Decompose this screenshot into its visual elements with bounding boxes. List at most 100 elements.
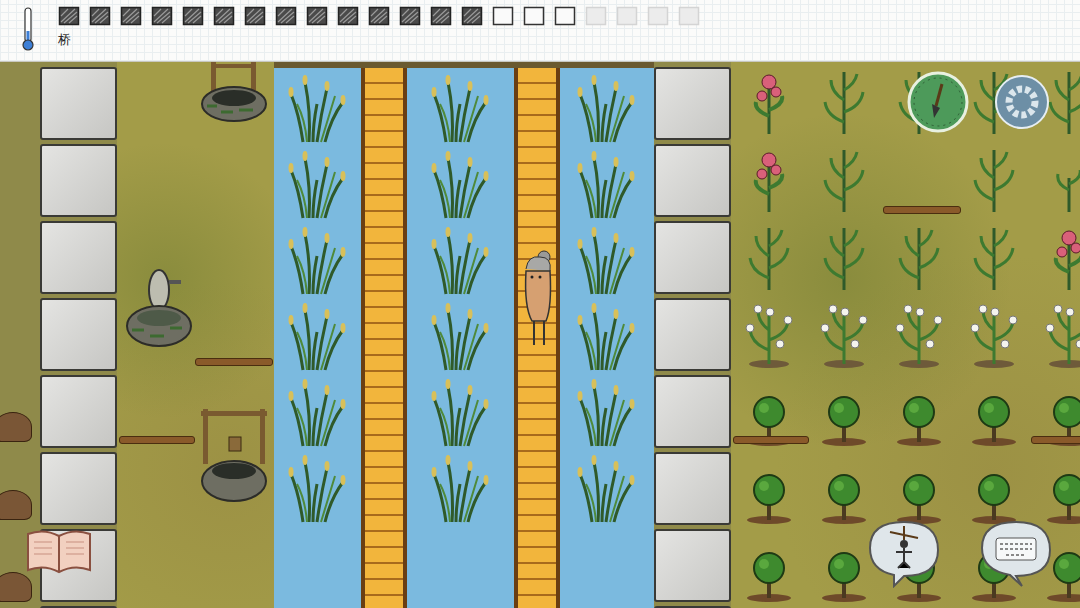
bush-icon[interactable] [894, 456, 944, 526]
field-cell[interactable] [731, 62, 806, 140]
log[interactable] [195, 358, 273, 366]
rose-plant-icon[interactable] [744, 144, 794, 214]
reed-icon[interactable] [283, 150, 353, 220]
food-pip-icon [461, 6, 483, 26]
reed-icon[interactable] [426, 226, 496, 296]
log[interactable] [119, 436, 195, 444]
reed-icon[interactable] [426, 454, 496, 524]
corn-plant-icon[interactable] [969, 222, 1019, 292]
bush-icon[interactable] [894, 378, 944, 448]
bush-icon[interactable] [969, 456, 1019, 526]
well-icon[interactable] [199, 407, 269, 502]
food-pip-icon [275, 6, 297, 26]
dirt-mound[interactable] [0, 572, 32, 602]
reed-icon[interactable] [426, 150, 496, 220]
field-cell[interactable] [731, 218, 806, 296]
corn-plant-icon[interactable] [819, 222, 869, 292]
dig-tool-button[interactable] [906, 70, 970, 134]
field-cell[interactable] [731, 530, 806, 608]
food-pip-icon [616, 6, 638, 26]
stone-tile [654, 529, 731, 602]
sprout-icon[interactable] [1044, 144, 1080, 214]
reed-icon[interactable] [572, 226, 642, 296]
cotton-plant-icon[interactable] [744, 300, 794, 370]
grindstone-well-icon[interactable] [124, 260, 194, 350]
stone-tile [40, 298, 117, 371]
settings-button[interactable] [994, 74, 1050, 130]
bush-icon[interactable] [819, 456, 869, 526]
log[interactable] [733, 436, 809, 444]
field-cell[interactable] [881, 218, 956, 296]
rose-plant-icon[interactable] [744, 66, 794, 136]
reed-icon[interactable] [572, 378, 642, 448]
book-icon [24, 526, 94, 576]
reed-icon[interactable] [572, 454, 642, 524]
field-cell[interactable] [806, 218, 881, 296]
food-pip-icon [678, 6, 700, 26]
field-cell[interactable] [731, 452, 806, 530]
bush-icon[interactable] [819, 378, 869, 448]
corn-plant-icon[interactable] [894, 222, 944, 292]
bridge[interactable] [514, 68, 560, 608]
field-cell[interactable] [731, 296, 806, 374]
reed-icon[interactable] [426, 378, 496, 448]
reed-icon[interactable] [572, 74, 642, 144]
field-cell[interactable] [956, 374, 1031, 452]
well-icon[interactable] [199, 62, 269, 122]
log[interactable] [1031, 436, 1080, 444]
reed-icon[interactable] [426, 302, 496, 372]
dirt-mound[interactable] [0, 490, 32, 520]
field-cell[interactable] [956, 296, 1031, 374]
field-cell[interactable] [1031, 296, 1080, 374]
field-cell[interactable] [806, 296, 881, 374]
field-cell[interactable] [806, 62, 881, 140]
corn-plant-icon[interactable] [819, 66, 869, 136]
field-cell[interactable] [956, 140, 1031, 218]
corn-plant-icon[interactable] [819, 144, 869, 214]
chat-keyboard-button[interactable] [976, 518, 1056, 588]
corn-plant-icon[interactable] [969, 144, 1019, 214]
field-cell[interactable] [806, 140, 881, 218]
reed-column [274, 68, 361, 608]
reed-icon[interactable] [572, 150, 642, 220]
reed-icon[interactable] [283, 454, 353, 524]
reed-icon[interactable] [283, 302, 353, 372]
food-pip-icon [368, 6, 390, 26]
field-cell[interactable] [806, 374, 881, 452]
field-cell[interactable] [1031, 140, 1080, 218]
log[interactable] [883, 206, 961, 214]
tech-tree-button[interactable] [24, 526, 94, 576]
reed-icon[interactable] [426, 74, 496, 144]
dirt-mound[interactable] [0, 412, 32, 442]
reed-icon[interactable] [283, 74, 353, 144]
rose-plant-icon[interactable] [1044, 222, 1080, 292]
field-cell[interactable] [881, 374, 956, 452]
reed-icon[interactable] [283, 226, 353, 296]
bush-icon[interactable] [969, 378, 1019, 448]
food-pip-icon [492, 6, 514, 26]
field-cell[interactable] [881, 296, 956, 374]
cotton-plant-icon[interactable] [894, 300, 944, 370]
emote-button[interactable] [864, 518, 944, 588]
cotton-plant-icon[interactable] [1044, 300, 1080, 370]
stone-tile [40, 606, 117, 608]
food-pip-icon [89, 6, 111, 26]
reed-icon[interactable] [572, 302, 642, 372]
reed-icon[interactable] [283, 378, 353, 448]
field-cell[interactable] [956, 218, 1031, 296]
bush-icon[interactable] [819, 534, 869, 604]
cotton-plant-icon[interactable] [819, 300, 869, 370]
field-cell[interactable] [731, 140, 806, 218]
food-pip-icon [337, 6, 359, 26]
bush-icon[interactable] [744, 534, 794, 604]
bridge[interactable] [361, 68, 407, 608]
field-cell[interactable] [1031, 218, 1080, 296]
cotton-plant-icon[interactable] [969, 300, 1019, 370]
bush-icon[interactable] [744, 456, 794, 526]
game-world[interactable] [0, 62, 1080, 608]
corn-plant-icon[interactable] [744, 222, 794, 292]
bush-icon[interactable] [1044, 456, 1080, 526]
player-character[interactable] [518, 247, 558, 347]
thermometer-icon [20, 6, 36, 52]
pond [274, 62, 654, 608]
